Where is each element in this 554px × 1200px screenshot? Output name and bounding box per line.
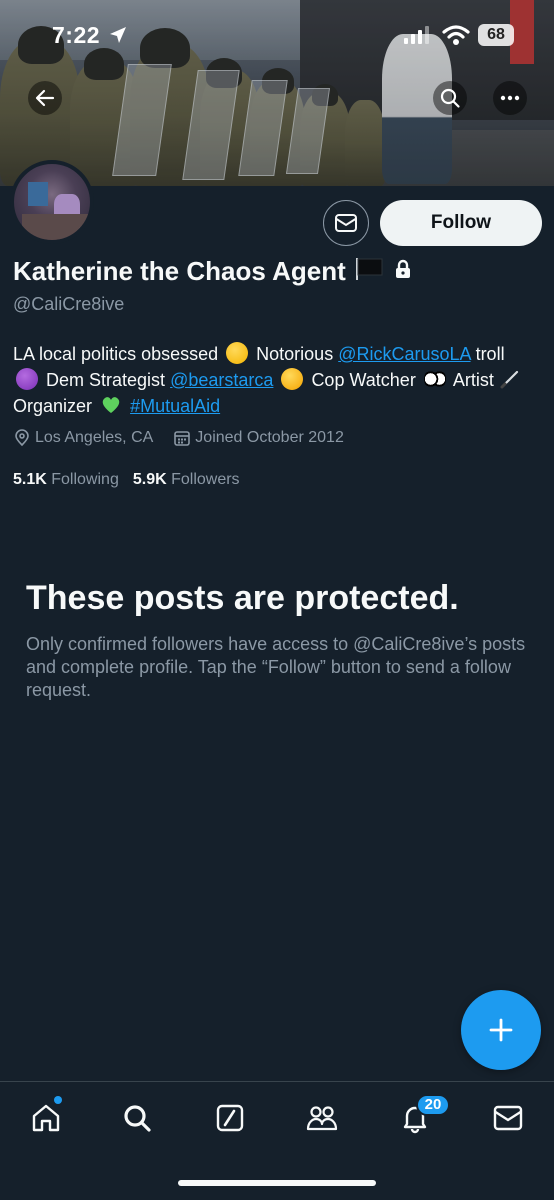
- bio-text: Organizer: [13, 396, 93, 416]
- location-pin-icon: [15, 429, 29, 447]
- location-arrow-icon: [108, 25, 128, 50]
- bio-text: Artist: [452, 370, 494, 390]
- follow-button[interactable]: Follow: [380, 200, 542, 246]
- home-icon: [32, 1104, 60, 1132]
- communities-icon: [306, 1106, 338, 1131]
- mention-link[interactable]: @bearstarca: [170, 370, 273, 390]
- star-struck-emoji-icon: [281, 368, 304, 390]
- black-flag-icon: [354, 256, 384, 287]
- avatar-detail: [22, 214, 90, 240]
- message-button[interactable]: [323, 200, 369, 246]
- profile-name-row: Katherine the Chaos Agent: [13, 256, 412, 287]
- hashtag-link[interactable]: #MutualAid: [130, 396, 220, 416]
- display-name: Katherine the Chaos Agent: [13, 256, 346, 286]
- profile-handle: @CaliCre8ive: [13, 294, 125, 314]
- devil-emoji-icon: [16, 368, 38, 390]
- profile-meta: Los Angeles, CA Joined October 2012: [13, 429, 364, 447]
- green-heart-emoji-icon: [100, 394, 122, 416]
- back-button[interactable]: [28, 81, 62, 115]
- lock-icon: [394, 259, 412, 284]
- nav-messages[interactable]: [486, 1098, 530, 1138]
- profile-joined: Joined October 2012: [173, 429, 344, 447]
- more-icon: [500, 95, 520, 101]
- avatar[interactable]: [10, 160, 94, 244]
- mail-icon: [493, 1105, 523, 1131]
- nav-grok[interactable]: [208, 1098, 252, 1138]
- home-indicator[interactable]: [178, 1180, 376, 1186]
- cell-signal-icon: [404, 26, 430, 49]
- search-icon: [124, 1105, 151, 1132]
- profile-location: Los Angeles, CA: [13, 429, 153, 447]
- battery-indicator: 68: [478, 24, 514, 46]
- more-options-button[interactable]: [493, 81, 527, 115]
- following-link[interactable]: 5.1K Following: [13, 471, 119, 488]
- status-time: 7:22: [52, 22, 101, 48]
- bio-text: Cop Watcher: [311, 370, 416, 390]
- eyes-emoji-icon: [423, 368, 446, 390]
- nav-communities[interactable]: [300, 1098, 344, 1138]
- nav-home[interactable]: [24, 1098, 68, 1138]
- nerd-face-emoji-icon: [226, 342, 249, 364]
- followers-link[interactable]: 5.9K Followers: [133, 471, 240, 488]
- status-bar: 7:22 68: [0, 22, 554, 52]
- plus-icon: [489, 1018, 513, 1042]
- avatar-detail: [28, 182, 48, 206]
- followers-count: 5.9K: [132, 471, 167, 488]
- calendar-icon: [174, 431, 191, 446]
- back-arrow-icon: [35, 89, 55, 107]
- joined-text: Joined October 2012: [195, 429, 344, 446]
- notification-badge: 20: [416, 1094, 450, 1116]
- wifi-icon: [442, 24, 470, 51]
- protected-title: These posts are protected.: [26, 579, 459, 617]
- home-unread-dot: [54, 1096, 62, 1104]
- protected-description: Only confirmed followers have access to …: [26, 634, 526, 700]
- profile-screen: 7:22 68 Follow Katherine the Chaos Agent…: [0, 0, 554, 1200]
- brush-emoji-icon: [499, 370, 521, 390]
- following-count: 5.1K: [13, 471, 47, 488]
- following-label: Following: [51, 471, 119, 488]
- nav-search[interactable]: [115, 1098, 159, 1138]
- profile-bio: LA local politics obsessed Notorious @Ri…: [13, 341, 543, 419]
- follow-counts: 5.1K Following 5.9K Followers: [13, 471, 240, 489]
- bio-text: troll: [475, 344, 505, 364]
- bio-text: Notorious: [256, 344, 334, 364]
- bio-text: Dem Strategist: [46, 370, 166, 390]
- search-profile-button[interactable]: [433, 81, 467, 115]
- grok-icon: [216, 1104, 244, 1132]
- compose-button[interactable]: [461, 990, 541, 1070]
- mail-icon: [335, 214, 357, 232]
- mention-link[interactable]: @RickCarusoLA: [338, 344, 470, 364]
- followers-label: Followers: [171, 471, 240, 488]
- location-text: Los Angeles, CA: [35, 429, 154, 446]
- search-icon: [440, 88, 460, 108]
- bio-text: LA local politics obsessed: [13, 344, 219, 364]
